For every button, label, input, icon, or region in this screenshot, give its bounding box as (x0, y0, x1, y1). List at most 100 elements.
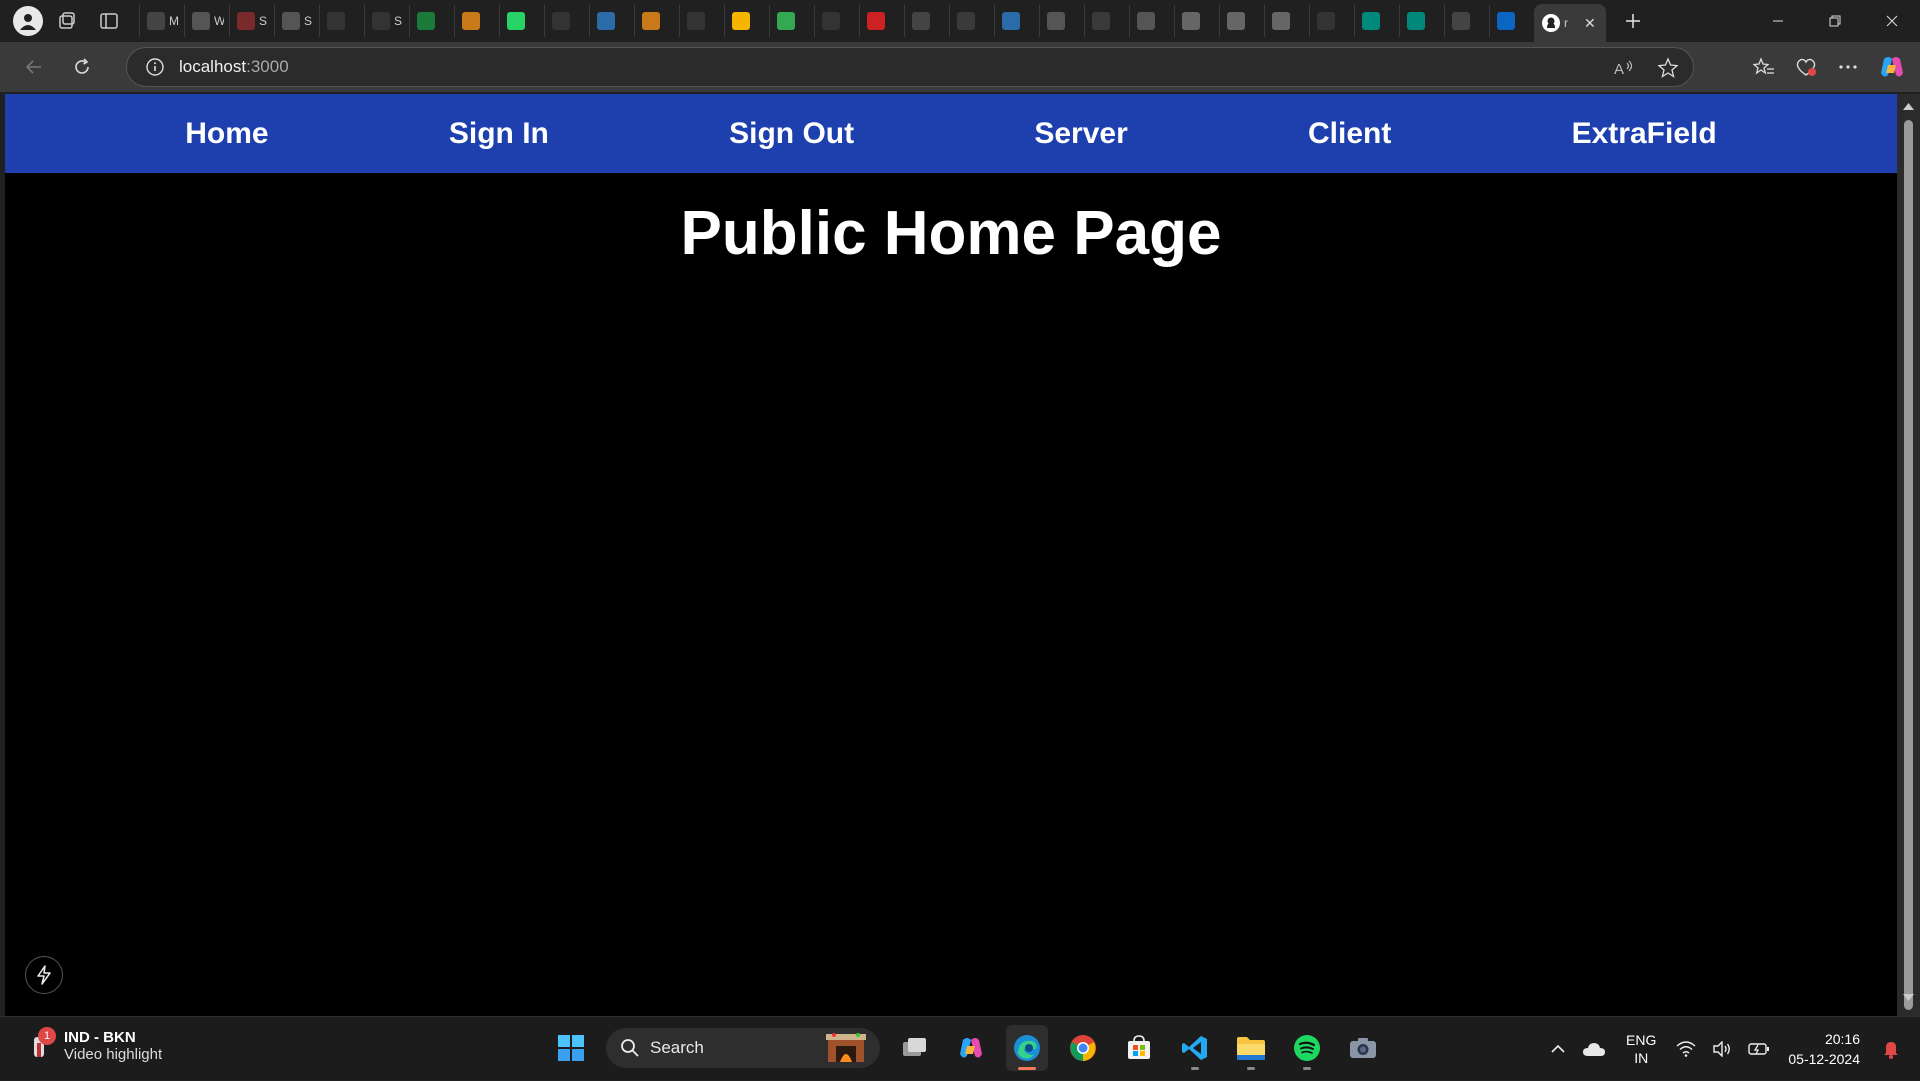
widgets-button[interactable]: 1 IND - BKN Video highlight (28, 1027, 162, 1063)
favorite-star-icon[interactable] (1657, 57, 1679, 79)
chevron-up-icon[interactable] (1550, 1043, 1566, 1055)
search-icon (1092, 12, 1110, 30)
browser-tab[interactable]: W (184, 5, 229, 37)
github-icon (372, 12, 390, 30)
taskbar-chrome[interactable] (1062, 1025, 1104, 1071)
crown-icon (192, 12, 210, 30)
browser-tab[interactable] (679, 5, 724, 37)
volume-icon[interactable] (1712, 1041, 1732, 1057)
favorites-icon[interactable] (1753, 56, 1775, 78)
battery-icon[interactable] (1748, 1042, 1770, 1056)
taskbar-spotify[interactable] (1286, 1025, 1328, 1071)
language-indicator[interactable]: ENG IN (1626, 1031, 1656, 1067)
browser-tab[interactable]: S (364, 5, 409, 37)
browser-tab[interactable]: S (229, 5, 274, 37)
browser-tab[interactable] (1174, 5, 1219, 37)
page-viewport: Home Sign In Sign Out Server Client Extr… (5, 94, 1897, 1016)
browser-tab[interactable] (1039, 5, 1084, 37)
browser-tab[interactable] (949, 5, 994, 37)
thumbnail-icon (1182, 12, 1200, 30)
wifi-icon[interactable] (1676, 1041, 1696, 1057)
taskbar-camera[interactable] (1342, 1025, 1384, 1071)
start-button[interactable] (550, 1025, 592, 1071)
browser-tab[interactable] (1219, 5, 1264, 37)
clock[interactable]: 20:16 05-12-2024 (1788, 1029, 1860, 1069)
copilot-icon (1047, 12, 1065, 30)
taskbar-copilot[interactable] (950, 1025, 992, 1071)
thumbnail-icon (1227, 12, 1245, 30)
new-tab-button[interactable] (1616, 5, 1650, 37)
task-view-icon (903, 1038, 926, 1056)
url-text[interactable]: localhost:3000 (179, 57, 289, 77)
nav-link-sign-out[interactable]: Sign Out (729, 117, 854, 151)
back-arrow-icon (25, 60, 41, 74)
site-info-icon[interactable] (145, 57, 165, 77)
browser-toolbar: localhost:3000 A (0, 42, 1920, 92)
close-tab-icon[interactable]: ✕ (1584, 15, 1596, 32)
browser-tab[interactable] (454, 5, 499, 37)
more-options-icon[interactable] (1837, 56, 1859, 78)
address-bar[interactable]: localhost:3000 A (126, 47, 1694, 87)
back-button[interactable] (14, 49, 54, 85)
browser-tab[interactable] (994, 5, 1039, 37)
page-scrollbar[interactable] (1897, 94, 1920, 1016)
task-view-button[interactable] (894, 1025, 936, 1071)
browser-tab[interactable] (634, 5, 679, 37)
browser-tab[interactable] (904, 5, 949, 37)
browser-tab[interactable] (1084, 5, 1129, 37)
vertical-tabs-icon[interactable] (91, 5, 127, 37)
browser-essentials-icon[interactable] (1794, 56, 1818, 78)
tab-active[interactable]: r ✕ (1534, 4, 1606, 42)
browser-tab[interactable] (544, 5, 589, 37)
browser-tab[interactable] (319, 5, 364, 37)
nav-link-server[interactable]: Server (1034, 117, 1127, 151)
taskbar-vscode[interactable] (1174, 1025, 1216, 1071)
toolbar-right (1753, 42, 1906, 92)
browser-tab[interactable]: S (274, 5, 319, 37)
restore-button[interactable] (1806, 0, 1863, 42)
notification-bell-icon[interactable] (1882, 1039, 1900, 1059)
url-port: :3000 (246, 57, 289, 76)
browser-tab-strip: M W S S S r ✕ (0, 0, 1920, 42)
browser-tab[interactable] (1399, 5, 1444, 37)
copilot-icon[interactable] (1878, 53, 1906, 81)
dev-tools-button[interactable] (25, 956, 63, 994)
browser-tab[interactable] (409, 5, 454, 37)
nav-link-extrafield[interactable]: ExtraField (1572, 117, 1717, 151)
browser-tab[interactable]: M (139, 5, 184, 37)
browser-tab[interactable] (814, 5, 859, 37)
minimize-button[interactable] (1749, 0, 1806, 42)
browser-tab[interactable] (1444, 5, 1489, 37)
browser-tab[interactable] (724, 5, 769, 37)
browser-tab[interactable] (859, 5, 904, 37)
read-aloud-icon[interactable]: A (1613, 58, 1635, 78)
workspaces-icon[interactable] (49, 5, 85, 37)
jira-icon (1002, 12, 1020, 30)
running-indicator (1191, 1067, 1199, 1070)
browser-tab[interactable] (1264, 5, 1309, 37)
browser-tab[interactable] (769, 5, 814, 37)
browser-tab[interactable] (1489, 5, 1534, 37)
taskbar-file-explorer[interactable] (1230, 1025, 1272, 1071)
tab-title: W (214, 14, 224, 28)
browser-tab[interactable] (499, 5, 544, 37)
taskbar-apps: Search (550, 1025, 1384, 1071)
plus-icon (1626, 14, 1640, 28)
nav-link-home[interactable]: Home (185, 117, 268, 151)
browser-tab[interactable] (589, 5, 634, 37)
edge-icon (1014, 1035, 1040, 1061)
nav-link-client[interactable]: Client (1308, 117, 1391, 151)
nav-link-sign-in[interactable]: Sign In (449, 117, 549, 151)
taskbar-search[interactable]: Search (606, 1028, 880, 1068)
cricket-icon: 1 (28, 1027, 56, 1061)
taskbar-store[interactable] (1118, 1025, 1160, 1071)
profile-avatar-icon[interactable] (13, 6, 43, 36)
browser-tab[interactable] (1354, 5, 1399, 37)
scrollbar-thumb[interactable] (1904, 120, 1913, 1010)
close-window-button[interactable] (1863, 0, 1920, 42)
taskbar-edge[interactable] (1006, 1025, 1048, 1071)
refresh-button[interactable] (62, 49, 102, 85)
browser-tab[interactable] (1129, 5, 1174, 37)
browser-tab[interactable] (1309, 5, 1354, 37)
onedrive-icon[interactable] (1582, 1041, 1606, 1057)
